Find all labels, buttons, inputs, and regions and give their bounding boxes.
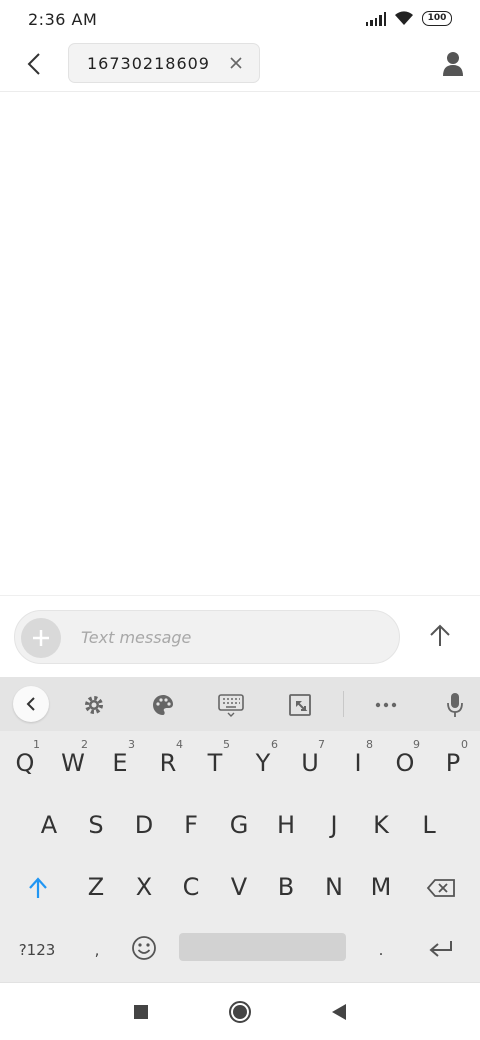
add-attachment-button[interactable]: [21, 618, 61, 658]
key-y[interactable]: 6Y: [240, 735, 286, 791]
key-x[interactable]: X: [121, 859, 167, 915]
back-button[interactable]: [18, 46, 50, 82]
key-i[interactable]: 8I: [335, 735, 381, 791]
back-triangle-icon: [332, 1004, 346, 1020]
theme-button[interactable]: [150, 692, 176, 718]
enter-return-icon: [429, 941, 452, 957]
status-bar: 2:36 AM 100: [0, 0, 480, 40]
floating-keyboard-icon: [289, 694, 311, 716]
period-key[interactable]: .: [358, 921, 404, 977]
signal-icon: [365, 11, 386, 26]
status-time: 2:36 AM: [28, 10, 98, 29]
key-f[interactable]: F: [168, 797, 214, 853]
recipient-chip[interactable]: 16730218609: [68, 43, 260, 83]
status-icons: 100: [365, 11, 452, 26]
keyboard-icon: [218, 694, 244, 717]
key-o[interactable]: 9O: [382, 735, 428, 791]
keyboard-toolbar: [0, 677, 480, 731]
key-w[interactable]: 2W: [50, 735, 96, 791]
emoji-smiley-icon: [132, 936, 156, 960]
keyboard-collapse-button[interactable]: [13, 686, 49, 722]
more-dots-icon: [375, 702, 397, 708]
key-v[interactable]: V: [216, 859, 262, 915]
message-thread: [0, 92, 480, 595]
battery-icon: 100: [422, 11, 452, 26]
wifi-icon: [394, 11, 414, 26]
conversation-header: 16730218609: [0, 40, 480, 92]
voice-input-button[interactable]: [442, 692, 468, 718]
messaging-screen: 2:36 AM 100 16730218609 Text message 1 Q…: [0, 0, 480, 1040]
key-z[interactable]: Z: [73, 859, 119, 915]
send-arrow-up-icon: [430, 624, 450, 646]
floating-keyboard-button[interactable]: [287, 692, 313, 718]
key-c[interactable]: C: [168, 859, 214, 915]
microphone-icon: [447, 693, 463, 717]
key-k[interactable]: K: [358, 797, 404, 853]
key-g[interactable]: G: [216, 797, 262, 853]
message-input[interactable]: Text message: [81, 628, 191, 647]
key-s[interactable]: S: [73, 797, 119, 853]
home-circle-icon: [229, 1001, 251, 1023]
key-n[interactable]: N: [311, 859, 357, 915]
nav-back-button[interactable]: [326, 999, 352, 1025]
compose-bar: Text message: [0, 595, 480, 677]
contact-button[interactable]: [440, 50, 466, 78]
chevron-left-icon: [26, 697, 35, 711]
key-b[interactable]: B: [263, 859, 309, 915]
recents-button[interactable]: [128, 999, 154, 1025]
compose-field: Text message: [14, 610, 400, 664]
navigation-bar: [0, 982, 480, 1040]
contact-person-icon: [443, 52, 463, 76]
settings-button[interactable]: [81, 692, 107, 718]
shift-arrow-icon: [29, 877, 47, 898]
gear-icon: [85, 696, 103, 714]
close-icon: [230, 57, 242, 69]
remove-recipient-button[interactable]: [227, 54, 245, 72]
emoji-key[interactable]: [121, 921, 167, 977]
recents-square-icon: [134, 1005, 148, 1019]
key-p[interactable]: 0P: [430, 735, 476, 791]
key-row-1: 1Q 2W 3E 4R 5T 6Y 7U 8I 9O 0P: [0, 735, 480, 797]
key-row-2: A S D F G H J K L: [0, 797, 480, 859]
key-t[interactable]: 5T: [192, 735, 238, 791]
key-q[interactable]: 1Q: [2, 735, 48, 791]
key-m[interactable]: M: [358, 859, 404, 915]
back-arrow-icon: [27, 53, 40, 75]
key-h[interactable]: H: [263, 797, 309, 853]
key-l[interactable]: L: [406, 797, 452, 853]
plus-icon: [33, 630, 49, 646]
key-j[interactable]: J: [311, 797, 357, 853]
send-button[interactable]: [424, 620, 456, 652]
backspace-key[interactable]: [418, 859, 464, 915]
key-u[interactable]: 7U: [287, 735, 333, 791]
symbols-key[interactable]: ?123: [6, 921, 68, 977]
palette-icon: [153, 695, 173, 715]
keyboard-mode-button[interactable]: [218, 692, 244, 718]
backspace-icon: [426, 879, 455, 897]
key-row-3: Z X C V B N M: [0, 859, 480, 921]
keyboard: 1Q 2W 3E 4R 5T 6Y 7U 8I 9O 0P A S D F G …: [0, 677, 480, 982]
more-options-button[interactable]: [373, 692, 399, 718]
space-bar[interactable]: [179, 933, 346, 961]
recipient-number: 16730218609: [87, 54, 210, 73]
key-d[interactable]: D: [121, 797, 167, 853]
key-a[interactable]: A: [26, 797, 72, 853]
comma-key[interactable]: ,: [74, 921, 120, 977]
shift-key[interactable]: [15, 859, 61, 915]
key-r[interactable]: 4R: [145, 735, 191, 791]
home-button[interactable]: [227, 999, 253, 1025]
enter-key[interactable]: [418, 921, 464, 977]
toolbar-divider: [343, 691, 344, 717]
key-e[interactable]: 3E: [97, 735, 143, 791]
